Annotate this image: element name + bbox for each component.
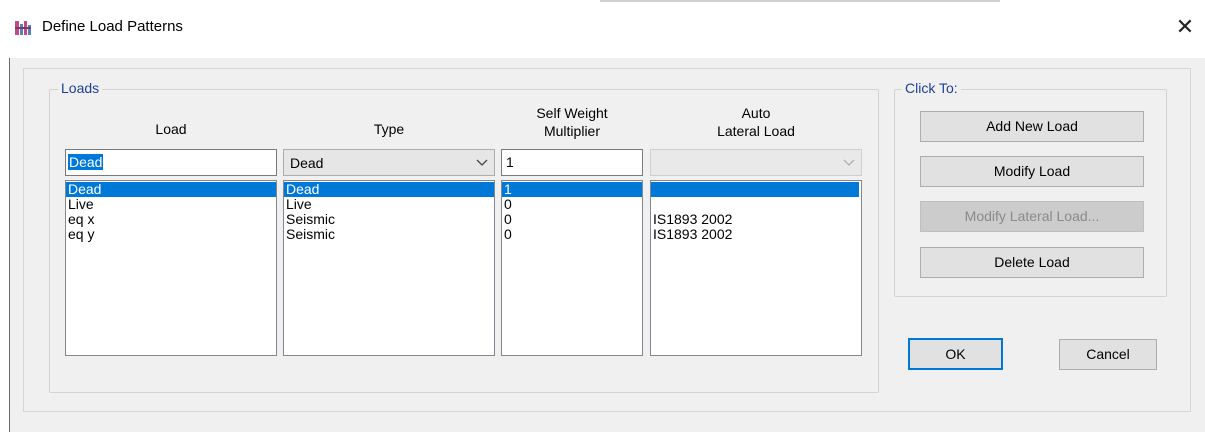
list-item[interactable]: 0 [502, 212, 642, 227]
list-item[interactable]: Dead [66, 182, 276, 197]
auto-lateral-dropdown [650, 149, 862, 176]
list-item[interactable]: 1 [502, 182, 642, 197]
window-top-edge [600, 0, 1000, 2]
load-name-value: Dead [68, 154, 104, 170]
list-item[interactable]: Seismic [284, 212, 494, 227]
app-icon [14, 19, 32, 37]
click-to-legend: Click To: [902, 80, 961, 96]
list-item[interactable]: IS1893 2002 [651, 212, 861, 227]
self-weight-header-line2: Multiplier [543, 123, 600, 139]
delete-load-button[interactable]: Delete Load [920, 247, 1144, 278]
self-weight-header: Self Weight Multiplier [501, 104, 643, 140]
load-name-input[interactable]: Dead [65, 149, 277, 176]
auto-lateral-header-line2: Lateral Load [717, 123, 795, 139]
self-weight-list[interactable]: 1 0 0 0 [501, 180, 643, 356]
list-item[interactable] [651, 197, 861, 212]
list-item[interactable]: 0 [502, 227, 642, 242]
type-list[interactable]: Dead Live Seismic Seismic [283, 180, 495, 356]
modify-load-button[interactable]: Modify Load [920, 156, 1144, 187]
close-icon[interactable]: ✕ [1170, 12, 1200, 42]
cancel-button[interactable]: Cancel [1059, 339, 1157, 370]
list-item[interactable]: Live [66, 197, 276, 212]
auto-lateral-header: Auto Lateral Load [650, 104, 862, 140]
type-dropdown-value: Dead [290, 155, 324, 171]
list-item[interactable]: Dead [284, 182, 494, 197]
list-item[interactable] [651, 182, 859, 197]
list-item[interactable]: Seismic [284, 227, 494, 242]
add-new-load-button[interactable]: Add New Load [920, 111, 1144, 142]
modify-lateral-load-button: Modify Lateral Load... [920, 201, 1144, 232]
title-bar [9, 0, 1205, 58]
self-weight-header-line1: Self Weight [536, 105, 608, 121]
auto-lateral-header-line1: Auto [741, 105, 771, 121]
list-item[interactable]: Live [284, 197, 494, 212]
self-weight-input[interactable]: 1 [501, 149, 643, 176]
list-item[interactable]: IS1893 2002 [651, 227, 861, 242]
list-item[interactable]: 0 [502, 197, 642, 212]
auto-lateral-list[interactable]: IS1893 2002 IS1893 2002 [650, 180, 862, 356]
ok-button[interactable]: OK [908, 338, 1003, 370]
list-item[interactable]: eq y [66, 227, 276, 242]
loads-legend: Loads [58, 80, 103, 96]
load-list[interactable]: Dead Live eq x eq y [65, 180, 277, 356]
type-column-header: Type [373, 121, 405, 137]
list-item[interactable]: eq x [66, 212, 276, 227]
chevron-down-icon [843, 159, 855, 166]
chevron-down-icon [476, 159, 488, 166]
type-dropdown[interactable]: Dead [283, 149, 495, 176]
window-title: Define Load Patterns [42, 18, 183, 35]
load-column-header: Load [155, 121, 187, 137]
